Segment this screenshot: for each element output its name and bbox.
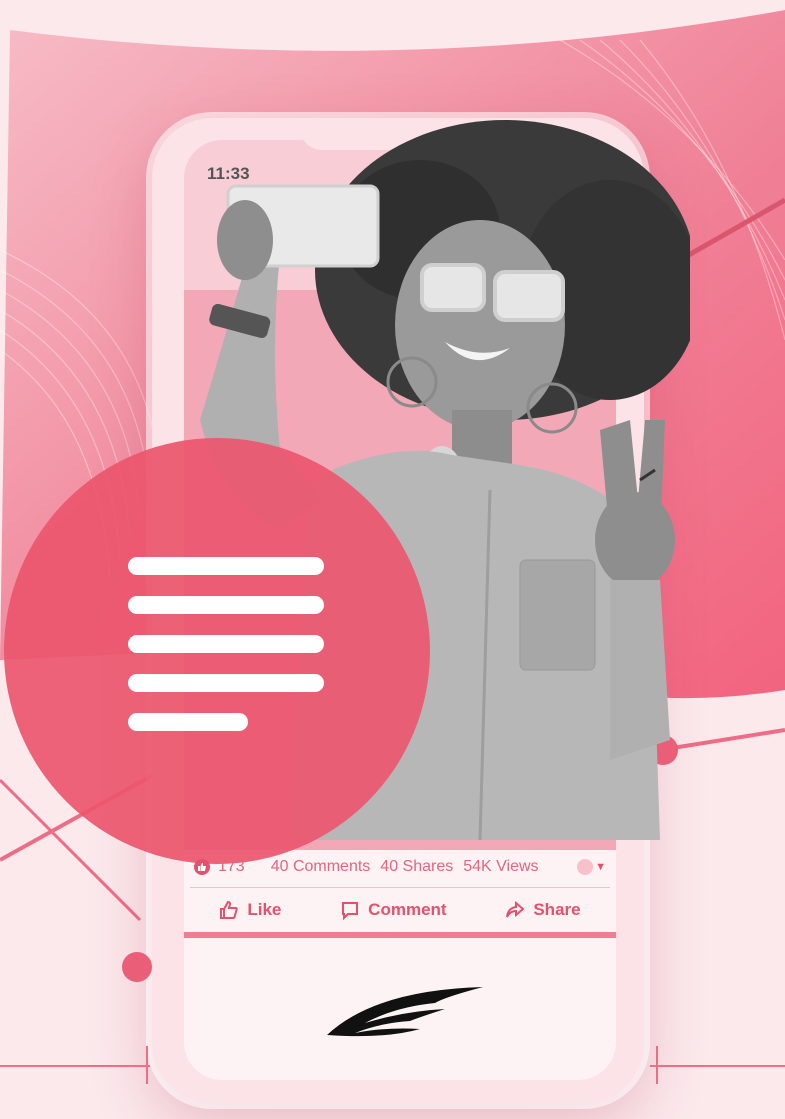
- poster: 11:33 173 40 Comments 40 Shares 54K View…: [0, 0, 785, 1119]
- text-line: [128, 674, 324, 692]
- reaction-avatar: [577, 859, 594, 875]
- thumbs-up-icon: [219, 900, 239, 920]
- share-label: Share: [533, 900, 581, 919]
- comment-bubble-icon: [340, 900, 360, 920]
- like-count[interactable]: 173: [218, 858, 245, 876]
- comment-button[interactable]: Comment: [340, 900, 447, 920]
- sunglasses-right: [493, 270, 565, 322]
- decorative-dot-left: [122, 952, 152, 982]
- text-line: [128, 557, 324, 575]
- like-label: Like: [247, 900, 282, 919]
- tick-right: [656, 1046, 658, 1084]
- sunglasses-left: [420, 263, 486, 312]
- share-button[interactable]: Share: [505, 900, 581, 920]
- comments-count[interactable]: 40 Comments: [271, 858, 371, 876]
- face: [395, 220, 565, 430]
- text-line: [128, 596, 324, 614]
- text-line: [128, 713, 248, 731]
- reaction-selector[interactable]: ▼: [577, 859, 606, 875]
- caret-down-icon: ▼: [595, 861, 606, 873]
- hand-left: [217, 200, 273, 280]
- arm-right: [610, 580, 670, 760]
- shares-count[interactable]: 40 Shares: [380, 858, 453, 876]
- like-reaction-icon: [194, 859, 210, 875]
- like-button[interactable]: Like: [219, 900, 281, 920]
- comment-label: Comment: [368, 900, 447, 919]
- stats-divider: [190, 887, 610, 888]
- shirt-pocket: [519, 559, 596, 671]
- baseline-right: [650, 1065, 785, 1067]
- views-count: 54K Views: [463, 858, 539, 875]
- tick-left: [146, 1046, 148, 1084]
- share-arrow-icon: [505, 900, 525, 920]
- wing-logo-icon: [327, 987, 483, 1037]
- post-bottom-bar: [184, 932, 616, 938]
- baseline-left: [0, 1065, 150, 1067]
- post-stats-row: 173 40 Comments 40 Shares 54K Views ▼: [188, 850, 610, 884]
- text-line: [128, 635, 324, 653]
- post-actions-row: Like Comment Share: [190, 892, 610, 928]
